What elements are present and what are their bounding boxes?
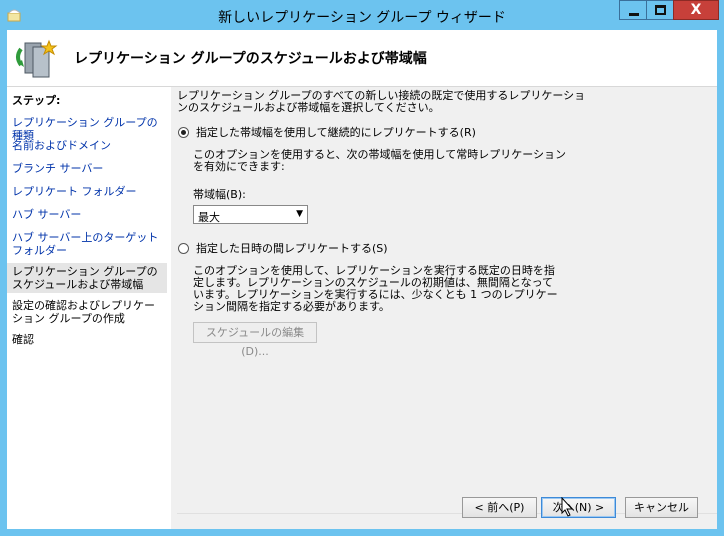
- continuous-replication-description: このオプションを使用すると、次の帯域幅を使用して常時レプリケーションを有効にでき…: [193, 148, 567, 173]
- wizard-header: レプリケーション グループのスケジュールおよび帯域幅: [7, 30, 717, 87]
- scheduled-replication-label[interactable]: 指定した日時の間レプリケートする(S): [196, 243, 388, 255]
- wizard-client: レプリケーション グループのスケジュールおよび帯域幅 ステップ: レプリケーショ…: [7, 30, 717, 529]
- title-bar[interactable]: 新しいレプリケーション グループ ウィザード X: [0, 0, 724, 30]
- scheduled-replication-description: このオプションを使用して、レプリケーションを実行する既定の日時を指定します。レプ…: [193, 264, 558, 313]
- wizard-window: 新しいレプリケーション グループ ウィザード X レプリケーション グループのス…: [0, 0, 724, 536]
- step-hub-target-folder[interactable]: ハブ サーバー上のターゲット フォルダー: [12, 231, 164, 257]
- bandwidth-select[interactable]: 最大 ▼: [193, 205, 308, 224]
- continuous-replication-label[interactable]: 指定した帯域幅を使用して継続的にレプリケートする(R): [196, 127, 476, 139]
- maximize-icon: [655, 5, 666, 15]
- minimize-button[interactable]: [619, 0, 647, 20]
- window-title: 新しいレプリケーション グループ ウィザード: [218, 10, 506, 26]
- mouse-cursor-icon: [561, 497, 574, 517]
- close-button[interactable]: X: [673, 0, 719, 20]
- step-replicated-folders[interactable]: レプリケート フォルダー: [12, 185, 164, 198]
- chevron-down-icon: ▼: [296, 209, 303, 219]
- page-title: レプリケーション グループのスケジュールおよび帯域幅: [74, 51, 427, 67]
- intro-text: レプリケーション グループのすべての新しい接続の既定で使用するレプリケーションの…: [177, 89, 586, 114]
- step-branch-server[interactable]: ブランチ サーバー: [12, 162, 164, 175]
- step-review-and-create: 設定の確認およびレプリケーション グループの作成: [12, 299, 155, 325]
- step-hub-server[interactable]: ハブ サーバー: [12, 208, 164, 221]
- step-schedule-and-bandwidth: レプリケーション グループのスケジュールおよび帯域幅: [7, 263, 167, 293]
- back-button[interactable]: < 前へ(P): [462, 497, 537, 518]
- close-icon: X: [690, 2, 702, 18]
- next-button[interactable]: 次へ(N) >: [541, 497, 616, 518]
- bandwidth-label: 帯域幅(B):: [193, 188, 246, 201]
- scheduled-replication-radio[interactable]: [178, 243, 189, 254]
- bandwidth-select-value: 最大: [198, 211, 220, 224]
- maximize-button[interactable]: [646, 0, 674, 20]
- replication-servers-icon: [16, 39, 58, 78]
- step-name-and-domain[interactable]: 名前およびドメイン: [12, 139, 164, 152]
- minimize-icon: [629, 13, 639, 16]
- step-confirmation: 確認: [12, 333, 34, 346]
- cancel-button[interactable]: キャンセル: [625, 497, 698, 518]
- continuous-replication-radio[interactable]: [178, 127, 189, 138]
- steps-pane: ステップ: レプリケーション グループの種類 名前およびドメイン ブランチ サー…: [7, 87, 171, 529]
- steps-title: ステップ:: [12, 94, 61, 107]
- edit-schedule-button[interactable]: スケジュールの編集(D)...: [193, 322, 317, 358]
